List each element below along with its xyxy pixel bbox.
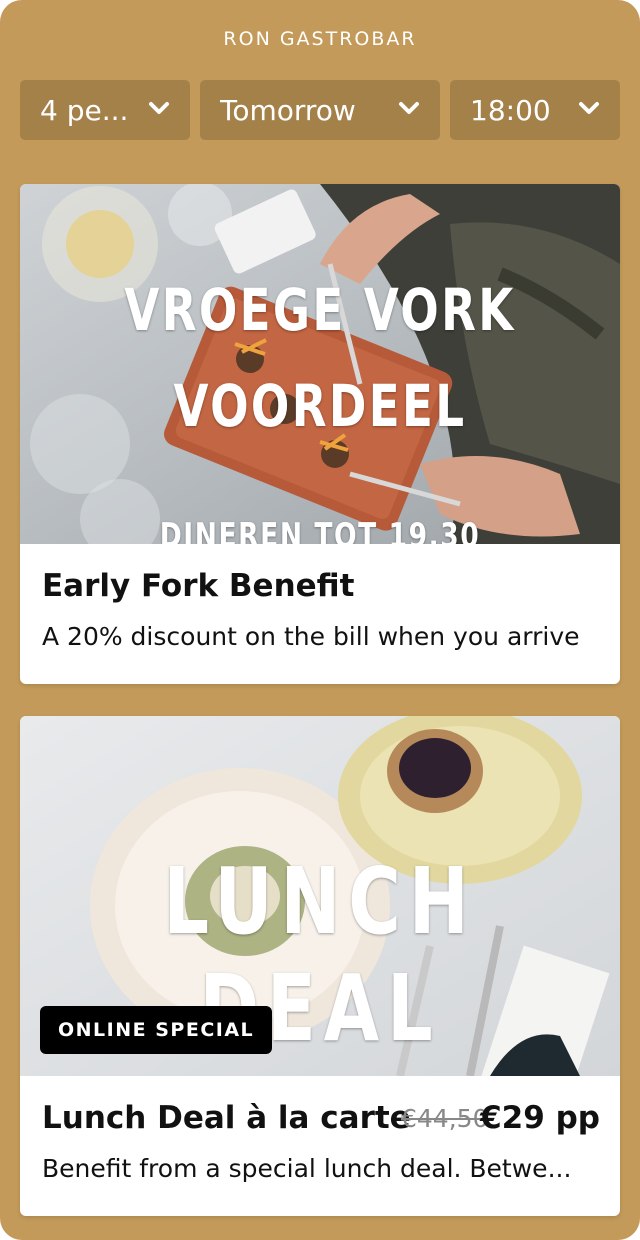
restaurant-name: RON GASTROBAR bbox=[223, 28, 417, 50]
persons-select[interactable]: 4 pe... bbox=[20, 80, 190, 140]
deal-card-lunch[interactable]: LUNCH DEAL ONLINE SPECIAL Lunch Deal à l… bbox=[20, 716, 620, 1216]
deal-image-early-fork: VROEGE VORK VOORDEEL DINEREN TOT 19.30 bbox=[20, 184, 620, 544]
persons-value: 4 pe... bbox=[40, 93, 129, 127]
image-subline: DINEREN TOT 19.30 bbox=[159, 516, 481, 544]
image-headline-line1: VROEGE VORK bbox=[124, 276, 516, 344]
deal-image-lunch: LUNCH DEAL ONLINE SPECIAL bbox=[20, 716, 620, 1076]
online-special-badge: ONLINE SPECIAL bbox=[40, 1006, 273, 1054]
deal-price: €29 pp bbox=[480, 1100, 600, 1136]
chevron-down-icon bbox=[399, 102, 419, 114]
chevron-down-icon bbox=[579, 102, 599, 114]
deal-title: Lunch Deal à la carte bbox=[42, 1100, 411, 1136]
deal-description: Benefit from a special lunch deal. Betwe… bbox=[42, 1154, 572, 1183]
date-select[interactable]: Tomorrow bbox=[200, 80, 440, 140]
chevron-down-icon bbox=[149, 102, 169, 114]
image-headline-line2: VOORDEEL bbox=[173, 372, 467, 440]
deal-card-early-fork[interactable]: VROEGE VORK VOORDEEL DINEREN TOT 19.30 E… bbox=[20, 184, 620, 684]
deal-title: Early Fork Benefit bbox=[42, 568, 355, 604]
deal-description: A 20% discount on the bill when you arri… bbox=[42, 622, 580, 651]
food-photo bbox=[20, 184, 620, 544]
widget-frame: RON GASTROBAR 4 pe... Tomorrow 18:00 VRO… bbox=[0, 0, 640, 1240]
reservation-filters: 4 pe... Tomorrow 18:00 bbox=[20, 80, 620, 140]
time-select[interactable]: 18:00 bbox=[450, 80, 620, 140]
old-price: €44,50 bbox=[401, 1104, 489, 1133]
date-value: Tomorrow bbox=[220, 93, 356, 127]
time-value: 18:00 bbox=[470, 93, 551, 127]
